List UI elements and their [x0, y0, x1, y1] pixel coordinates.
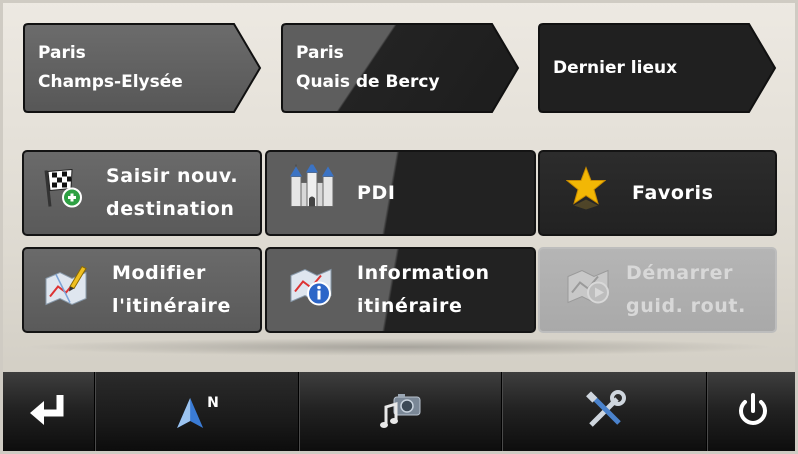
map-view-button[interactable]: N [95, 372, 299, 454]
new-destination-line2: destination [106, 198, 235, 220]
route-info-line1: Information [357, 262, 490, 284]
power-button[interactable] [707, 372, 798, 454]
new-destination-button[interactable]: Saisir nouv. destination [22, 150, 262, 236]
recent-destination-2-city: Paris [296, 43, 344, 63]
media-icon [378, 391, 424, 435]
favorites-button[interactable]: Favoris [538, 150, 777, 236]
recent-places-button[interactable]: Dernier lieux [537, 22, 777, 114]
edit-route-button[interactable]: Modifier l'itinéraire [22, 247, 262, 333]
recent-destination-1[interactable]: Paris Champs-Elysée [22, 22, 262, 114]
map-play-icon [564, 263, 614, 318]
star-icon [565, 166, 607, 221]
recent-destination-2[interactable]: Paris Quais de Bercy [280, 22, 520, 114]
bottom-toolbar: N [0, 372, 798, 454]
recent-destination-1-street: Champs-Elysée [38, 72, 183, 92]
recent-destination-1-city: Paris [38, 43, 86, 63]
back-arrow-icon [26, 391, 70, 435]
back-button[interactable] [0, 372, 95, 454]
settings-button[interactable] [502, 372, 707, 454]
start-guidance-line2: guid. rout. [626, 295, 746, 317]
tile-shadow [22, 338, 777, 356]
media-button[interactable] [299, 372, 502, 454]
poi-label: PDI [357, 181, 396, 204]
power-icon [735, 392, 771, 434]
poi-button[interactable]: PDI [265, 150, 536, 236]
map-pencil-icon [42, 263, 90, 318]
edit-route-line2: l'itinéraire [112, 295, 232, 317]
compass-north-label: N [207, 395, 219, 411]
navigation-main-menu: Paris Champs-Elysée Paris Quais de Bercy… [0, 0, 798, 454]
favorites-label: Favoris [632, 181, 714, 204]
map-info-icon [287, 262, 337, 319]
start-guidance-button[interactable]: Démarrer guid. rout. [538, 247, 777, 333]
castle-icon [287, 161, 337, 222]
edit-route-line1: Modifier [112, 262, 206, 284]
tools-icon [583, 389, 627, 437]
recent-places-label: Dernier lieux [553, 57, 678, 78]
checkered-flag-add-icon [38, 165, 84, 222]
route-info-line2: itinéraire [357, 295, 463, 317]
start-guidance-line1: Démarrer [626, 262, 734, 284]
route-info-button[interactable]: Information itinéraire [265, 247, 536, 333]
new-destination-line1: Saisir nouv. [106, 165, 239, 187]
compass-north-icon: N [175, 396, 219, 430]
recent-destination-2-street: Quais de Bercy [296, 72, 440, 92]
